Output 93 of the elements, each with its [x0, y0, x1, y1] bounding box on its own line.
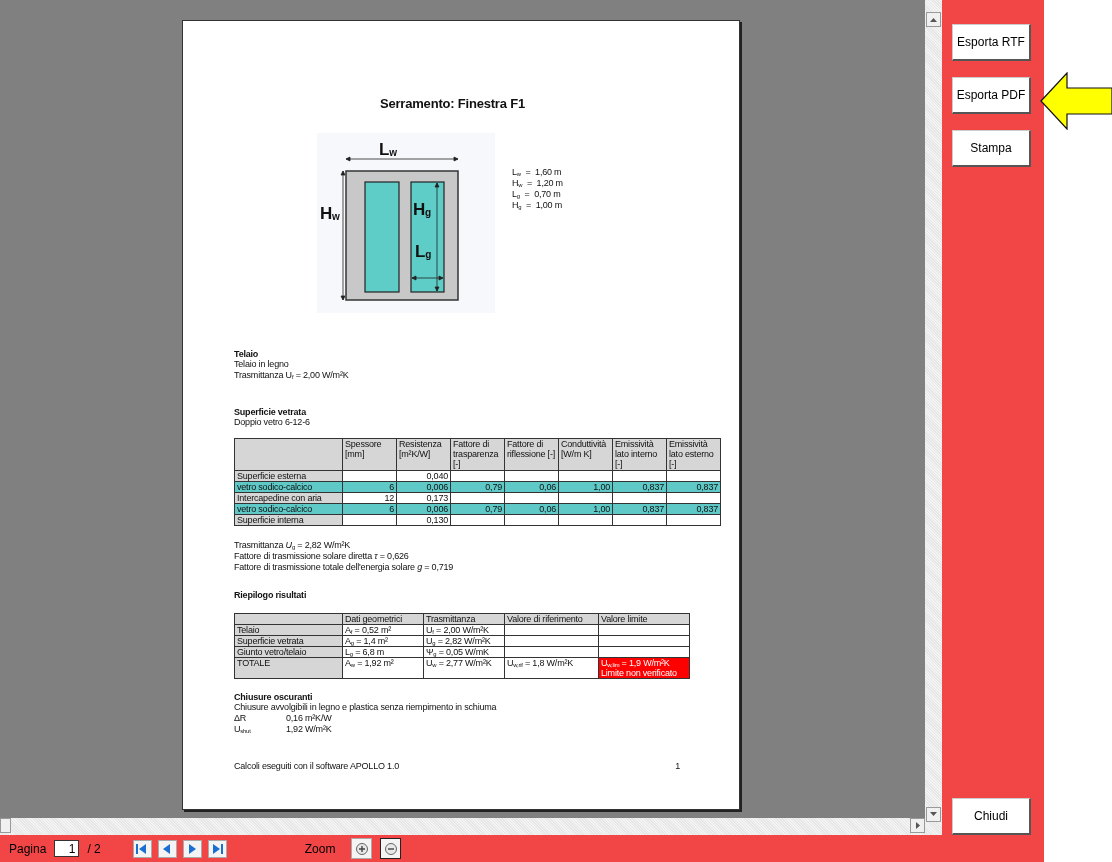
scroll-right-button[interactable] — [910, 818, 925, 833]
table-cell: L$_{g}$ = 6,8 m — [342, 646, 424, 658]
property-value: 0,16 m²K/W — [286, 713, 332, 724]
table-header: Fattore di riflessione [-] — [504, 438, 559, 471]
first-page-icon[interactable] — [132, 839, 152, 858]
property-value: 1,92 W/m²K — [286, 724, 332, 735]
table-cell: 1,00 — [558, 481, 613, 493]
table-cell: TOTALE — [234, 657, 343, 679]
result-text: Fattore di trasmissione totale dell'energia solare g = 0,719 — [234, 562, 455, 573]
table-cell: 0,06 — [504, 481, 559, 493]
previous-page-icon[interactable] — [157, 839, 177, 858]
dimension-value: L$_{w}$ = 1,60 m — [512, 167, 563, 178]
table-header: Valore di riferimento — [504, 613, 599, 625]
zoom-label: Zoom — [304, 841, 336, 856]
table-cell: U$_{g}$ = 2,82 W/m²K — [423, 635, 505, 647]
up-arrow-icon — [930, 17, 937, 22]
table-cell: A$_{f}$ = 0,52 m² — [342, 624, 424, 636]
down-arrow-icon — [930, 812, 937, 817]
table-cell: Ψ$_{g}$ = 0,05 W/mK — [423, 646, 505, 658]
table-header: Valore limite — [598, 613, 690, 625]
page-number: 1 — [675, 761, 680, 771]
table-cell: 0,006 — [396, 481, 451, 493]
page-total: / 2 — [87, 841, 101, 856]
page-input[interactable]: 1 — [54, 840, 80, 857]
right-arrow-icon — [914, 822, 921, 829]
zoom-in-icon[interactable] — [351, 838, 373, 859]
table-header: Dati geometrici — [342, 613, 424, 625]
table-cell: A$_{g}$ = 1,4 m² — [342, 635, 424, 647]
table-header: Trasmittanza — [423, 613, 505, 625]
table-cell: Superficie esterna — [234, 470, 343, 482]
table-cell: U$_{w}$ = 2,77 W/m²K — [423, 657, 505, 679]
table-cell: 0,173 — [396, 492, 451, 504]
table-cell: vetro sodico-calcico — [234, 481, 343, 493]
table-cell: Intercapedine con aria — [234, 492, 343, 504]
table-cell: 0,06 — [504, 503, 559, 515]
property-label: ΔR — [234, 713, 248, 724]
table-cell: 0,79 — [450, 481, 505, 493]
table-cell: U$_{w,rif}$ = 1,8 W/m²K — [504, 657, 599, 679]
action-button[interactable]: Stampa — [952, 130, 1031, 167]
result-text: Trasmittanza U$_{g}$ = 2,82 W/m²K — [234, 540, 352, 551]
scrollbar[interactable] — [0, 818, 925, 835]
table-cell: Superficie vetrata — [234, 635, 343, 647]
section-heading: Telaio — [234, 349, 260, 359]
last-page-icon[interactable] — [207, 839, 227, 858]
table-cell: 0,837 — [612, 503, 667, 515]
action-button[interactable]: Esporta PDF — [952, 77, 1031, 114]
table-cell: Telaio — [234, 624, 343, 636]
dimension-value: H$_{g}$ = 1,00 m — [512, 200, 563, 211]
scrollbar[interactable] — [925, 0, 942, 835]
zoom-out-icon[interactable] — [380, 838, 402, 859]
section-heading: Superficie vetrata — [234, 407, 308, 417]
table-cell: 0,837 — [612, 481, 667, 493]
section-text: Telaio in legno — [234, 359, 290, 370]
table-cell: vetro sodico-calcico — [234, 503, 343, 515]
table-cell: Superficie interna — [234, 514, 343, 526]
table-cell: 12 — [342, 492, 397, 504]
table-cell: 6 — [342, 481, 397, 493]
scroll-thumb[interactable] — [0, 818, 11, 833]
table-header: Conduttività [W/m K] — [558, 438, 613, 471]
action-button[interactable]: Esporta RTF — [952, 24, 1031, 61]
section-heading: Riepilogo risultati — [234, 590, 308, 600]
table-cell: 1,00 — [558, 503, 613, 515]
scroll-down-button[interactable] — [926, 807, 941, 822]
callout-arrow — [1040, 72, 1112, 130]
section-text: Chiusure avvolgibili in legno e plastica senza riempimento in schiuma — [234, 702, 498, 713]
table-cell: 0,837 — [666, 503, 721, 515]
table-cell: U$_{f}$ = 2,00 W/m²K — [423, 624, 505, 636]
table-cell: 0,130 — [396, 514, 451, 526]
table-cell: Giunto vetro/telaio — [234, 646, 343, 658]
result-text: Fattore di trasmissione solare diretta τ = 0,626 — [234, 551, 410, 562]
property-label: U$_{shut}$ — [234, 724, 252, 735]
document-title: Serramento: Finestra F1 — [380, 96, 526, 111]
dimension-value: L$_{g}$ = 0,70 m — [512, 189, 562, 200]
table-header: Fattore di trasparenza [-] — [450, 438, 505, 471]
scroll-up-button[interactable] — [926, 12, 941, 27]
close-button[interactable]: Chiudi — [952, 798, 1031, 835]
table-header: Emissività lato interno [-] — [612, 438, 667, 471]
table-cell: 0,837 — [666, 481, 721, 493]
section-text: Doppio vetro 6-12-6 — [234, 417, 311, 428]
table-cell: 0,79 — [450, 503, 505, 515]
section-heading: Chiusure oscuranti — [234, 692, 314, 702]
footer-text: Calcoli eseguiti con il software APOLLO 1.0 — [234, 761, 399, 771]
table-header: Spessore [mm] — [342, 438, 397, 471]
section-text: Trasmittanza U$_{f}$ = 2,00 W/m²K — [234, 370, 350, 381]
table-cell: 6 — [342, 503, 397, 515]
table-header: Resistenza [m²K/W] — [396, 438, 451, 471]
dimension-value: H$_{w}$ = 1,20 m — [512, 178, 563, 189]
next-page-icon[interactable] — [182, 839, 202, 858]
table-cell: A$_{w}$ = 1,92 m² — [342, 657, 424, 679]
table-cell: 0,040 — [396, 470, 451, 482]
table-cell: 0,006 — [396, 503, 451, 515]
table-header: Emissività lato esterno [-] — [666, 438, 721, 471]
page-label: Pagina — [9, 841, 47, 856]
